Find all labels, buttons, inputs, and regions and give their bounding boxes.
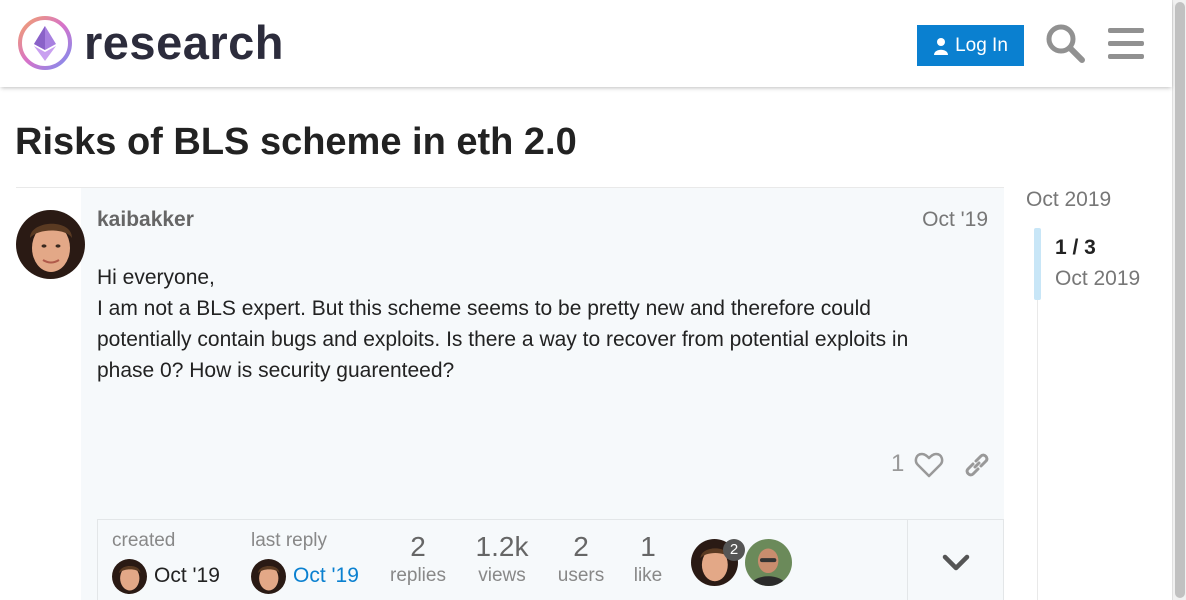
author-avatar[interactable] [16,210,85,279]
participant-avatar[interactable] [745,539,792,586]
search-icon[interactable] [1044,22,1086,64]
views-count: 1.2k [475,531,529,562]
timeline-start-date[interactable]: Oct 2019 [1026,188,1111,212]
last-reply-label: last reply [251,530,328,551]
created-label: created [112,530,176,551]
hamburger-icon[interactable] [1106,22,1146,64]
login-label: Log In [955,34,1008,56]
user-icon [934,37,949,55]
heart-icon[interactable] [914,450,944,480]
post-paragraph: I am not a BLS expert. But this scheme s… [97,297,909,382]
likes-label: like [633,565,663,586]
participant-post-count-badge: 2 [723,539,745,561]
site-title[interactable]: research [84,14,284,72]
chevron-down-icon[interactable] [940,548,972,578]
creator-avatar[interactable] [112,559,147,594]
timeline-position: 1 / 3 [1055,236,1096,259]
created-date[interactable]: Oct '19 [154,564,220,588]
replies-label: replies [390,565,446,586]
page-scrollbar[interactable] [1172,0,1186,600]
topic-map-separator [907,519,908,600]
timeline-handle[interactable] [1034,228,1041,300]
like-count[interactable]: 1 [891,450,904,478]
ethereum-research-logo[interactable] [16,14,74,72]
site-header: research Log In [0,0,1172,87]
login-button[interactable]: Log In [917,25,1024,66]
last-reply-avatar[interactable] [251,559,286,594]
views-label: views [478,565,526,586]
scrollbar-thumb[interactable] [1175,2,1185,598]
topic-title[interactable]: Risks of BLS scheme in eth 2.0 [15,120,577,164]
post-date[interactable]: Oct '19 [922,208,988,232]
replies-count: 2 [410,531,426,562]
post-paragraph: Hi everyone, [97,266,215,289]
post-username[interactable]: kaibakker [97,208,194,232]
last-reply-date[interactable]: Oct '19 [293,564,359,588]
link-icon[interactable] [962,450,992,480]
timeline-current-date: Oct 2019 [1055,267,1141,290]
post-body: Hi everyone, I am not a BLS expert. But … [97,262,967,386]
likes-count: 1 [640,531,656,562]
